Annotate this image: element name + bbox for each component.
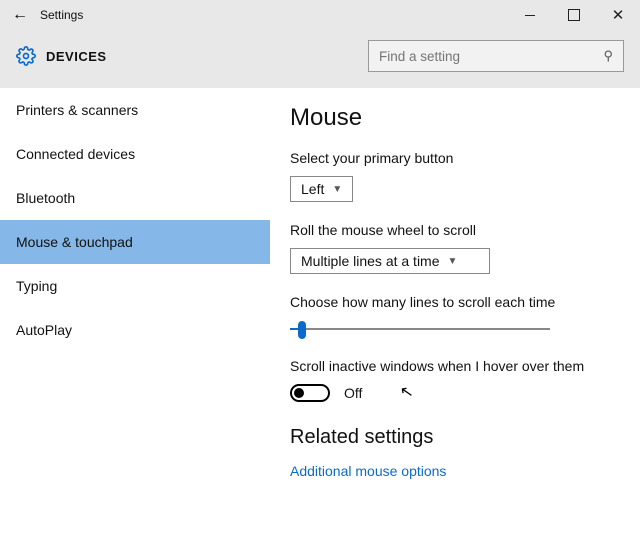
content: Mouse Select your primary button Left ▼ … (270, 88, 640, 544)
wheel-mode-value: Multiple lines at a time (301, 253, 440, 269)
sidebar: Printers & scanners Connected devices Bl… (0, 88, 270, 544)
inactive-scroll-toggle[interactable] (290, 384, 330, 402)
search-box[interactable]: ⚲ (368, 40, 624, 72)
primary-button-label: Select your primary button (290, 150, 620, 166)
title-bar: ← Settings ✕ (0, 0, 640, 30)
back-button[interactable]: ← (0, 6, 40, 24)
related-heading: Related settings (290, 426, 620, 449)
sidebar-item-label: Mouse & touchpad (16, 234, 133, 250)
additional-mouse-options-link[interactable]: Additional mouse options (290, 463, 620, 479)
scroll-lines-label: Choose how many lines to scroll each tim… (290, 294, 620, 310)
gear-icon (16, 46, 36, 66)
sidebar-item-printers[interactable]: Printers & scanners (0, 88, 270, 132)
scroll-lines-slider[interactable] (290, 320, 550, 338)
maximize-button[interactable] (552, 0, 596, 30)
sidebar-item-typing[interactable]: Typing (0, 264, 270, 308)
sidebar-item-label: Typing (16, 278, 57, 294)
sidebar-item-label: Printers & scanners (16, 102, 138, 118)
close-button[interactable]: ✕ (596, 0, 640, 30)
window-title: Settings (40, 8, 83, 22)
sidebar-item-label: Connected devices (16, 146, 135, 162)
sidebar-item-bluetooth[interactable]: Bluetooth (0, 176, 270, 220)
sidebar-item-mouse[interactable]: Mouse & touchpad (0, 220, 270, 264)
header-row: DEVICES ⚲ (0, 30, 640, 88)
slider-thumb[interactable] (298, 321, 306, 339)
chevron-down-icon: ▼ (332, 184, 342, 195)
search-input[interactable] (379, 49, 603, 64)
sidebar-item-autoplay[interactable]: AutoPlay (0, 308, 270, 352)
section-title: DEVICES (46, 49, 107, 64)
inactive-scroll-state: Off (344, 385, 362, 401)
sidebar-item-label: AutoPlay (16, 322, 72, 338)
inactive-scroll-label: Scroll inactive windows when I hover ove… (290, 358, 620, 374)
sidebar-item-label: Bluetooth (16, 190, 75, 206)
page-title: Mouse (290, 104, 620, 132)
search-icon: ⚲ (603, 48, 613, 64)
sidebar-item-connected[interactable]: Connected devices (0, 132, 270, 176)
wheel-mode-label: Roll the mouse wheel to scroll (290, 222, 620, 238)
primary-button-select[interactable]: Left ▼ (290, 176, 353, 202)
chevron-down-icon: ▼ (448, 256, 458, 267)
minimize-button[interactable] (508, 0, 552, 30)
wheel-mode-select[interactable]: Multiple lines at a time ▼ (290, 248, 490, 274)
primary-button-value: Left (301, 181, 324, 197)
